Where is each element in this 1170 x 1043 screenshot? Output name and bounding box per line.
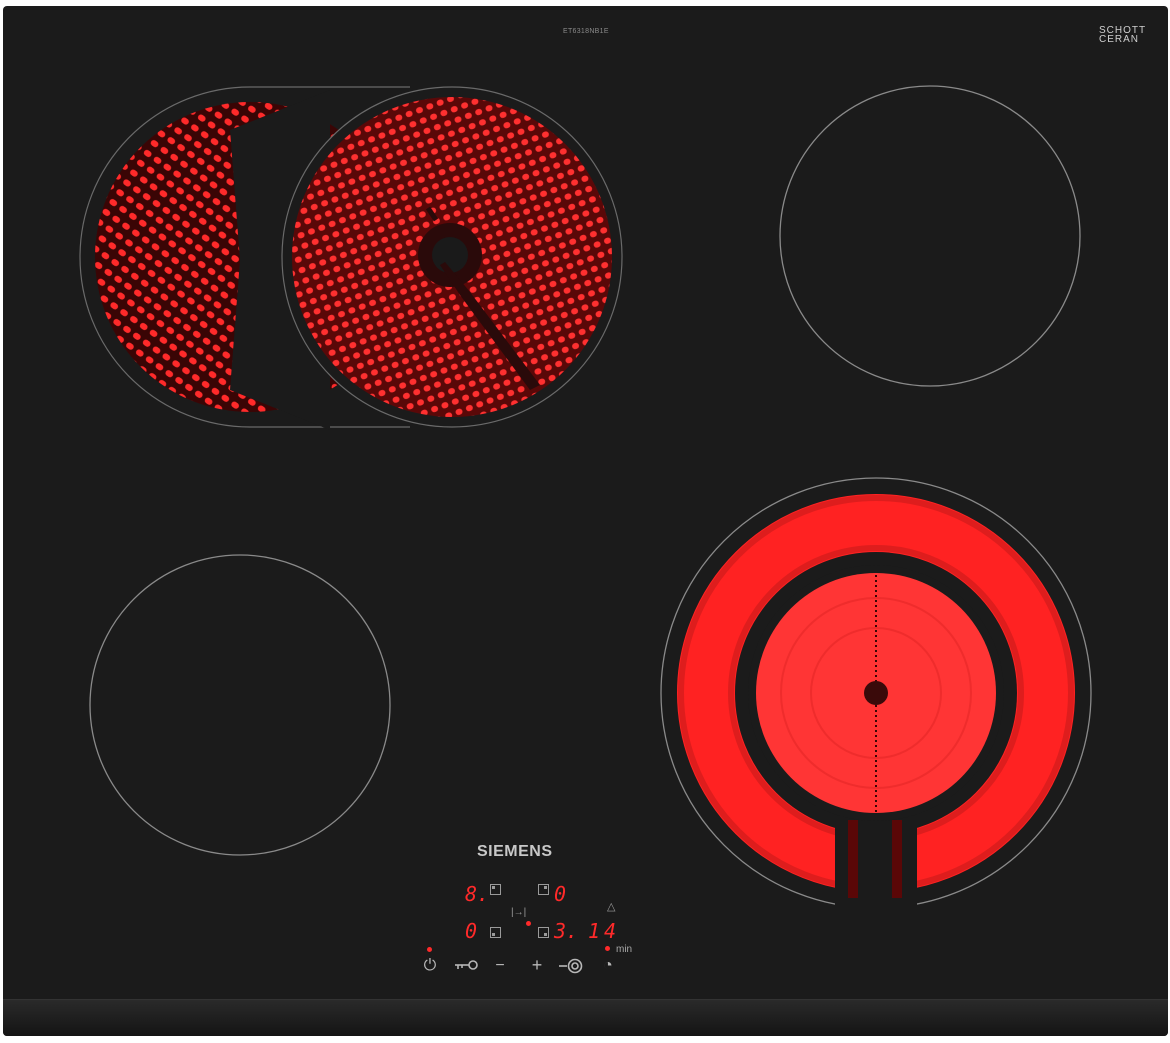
brand-logo: SIEMENS [477, 843, 553, 860]
minus-icon: − [495, 957, 505, 974]
display-active-dot [526, 921, 531, 926]
timer-led [605, 946, 610, 951]
link-zones-icon: |→| [511, 907, 527, 918]
zone-front-right [660, 477, 1092, 915]
timer-icon: ◔ [603, 957, 613, 974]
display-zone-rear-right: 0 [554, 882, 567, 906]
display-timer: 14 [588, 919, 621, 943]
cooking-zones [79, 85, 1092, 915]
power-button[interactable]: ⏻ [420, 958, 440, 974]
bell-icon: △ [607, 901, 616, 913]
key-icon [455, 960, 478, 970]
child-lock-button[interactable] [452, 958, 480, 976]
minus-button[interactable]: − [490, 958, 510, 974]
display-zone-front-right: 3. [554, 919, 579, 943]
display-zone-rear-left: 8. [465, 882, 490, 906]
power-led [427, 947, 432, 952]
dual-ring-icon [559, 958, 583, 974]
display-zone-front-left: 0 [465, 919, 478, 943]
zone-front-right-indicator-icon [538, 927, 549, 938]
zone-rear-right-indicator-icon [538, 884, 549, 895]
zone-rear-left [79, 86, 623, 430]
plus-button[interactable]: + [527, 955, 547, 975]
timer-unit-label: min [616, 944, 633, 955]
plus-icon: + [531, 955, 543, 975]
zone-front-left-indicator-icon [490, 927, 501, 938]
zone-rear-left-indicator-icon [490, 884, 501, 895]
timer-button[interactable]: ◔ [598, 958, 618, 974]
power-icon: ⏻ [423, 957, 437, 974]
zone-front-left [89, 554, 391, 856]
dual-zone-button[interactable] [558, 958, 584, 978]
zone-rear-right [779, 85, 1081, 387]
